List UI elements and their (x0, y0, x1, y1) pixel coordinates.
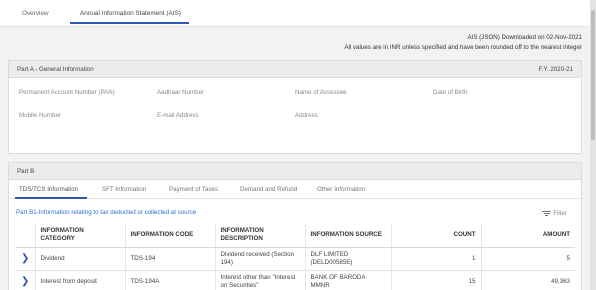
col-information-category[interactable]: INFORMATION CATEGORY (35, 223, 126, 248)
mobile-label: Mobile Number (19, 112, 61, 119)
cell-description: Dividend received (Section 194) (215, 247, 306, 271)
expand-column-header (16, 223, 36, 248)
ais-values-note: All values are in INR unless specified a… (344, 44, 582, 51)
cell-source: DLF LIMITED (DELD00585E) (305, 247, 392, 271)
col-information-code[interactable]: INFORMATION CODE (125, 223, 216, 248)
col-information-source[interactable]: INFORMATION SOURCE (305, 223, 392, 248)
page-scrollbar[interactable] (590, 0, 596, 290)
part-b-title: Part B (17, 168, 35, 175)
col-amount[interactable]: AMOUNT (481, 223, 575, 248)
part-b-subtabs: TDS/TCS Information SFT Information Paym… (9, 180, 581, 199)
part-a-header[interactable]: Part A - General Information F.Y. 2020-2… (9, 61, 581, 78)
cell-count: 15 (391, 270, 482, 290)
active-subtab-indicator (15, 197, 87, 199)
filter-button[interactable]: Filter (542, 210, 567, 217)
scrollbar-thumb[interactable] (591, 10, 595, 140)
cell-category: Dividend (35, 247, 126, 271)
dob-label: Date of Birth (433, 89, 468, 96)
subtab-demand-refund[interactable]: Demand and Refund (240, 180, 297, 199)
financial-year-label: F.Y. 2020-21 (538, 66, 573, 73)
cell-code: TDS-194 (125, 247, 216, 271)
assessee-name-label: Name of Assessee (295, 89, 347, 96)
col-count[interactable]: COUNT (391, 223, 482, 248)
cell-amount: 5 (481, 247, 575, 271)
aadhaar-label: Aadhaar Number (157, 89, 205, 96)
part-b-header[interactable]: Part B (9, 163, 581, 180)
expand-row-icon[interactable]: ❯ (16, 247, 36, 271)
cell-source: BANK OF BARODA MMNR (305, 270, 392, 290)
table-row[interactable]: ❯ Interest from deposit TDS-194A Interes… (16, 270, 575, 290)
ais-download-info: AIS (JSON) Downloaded on 02-Nov-2021 (467, 34, 582, 41)
filter-icon (542, 210, 552, 217)
cell-category: Interest from deposit (35, 270, 126, 290)
part-b-card: Part B TDS/TCS Information SFT Informati… (8, 162, 582, 290)
address-label: Address (295, 112, 318, 119)
filter-label: Filter (553, 210, 567, 218)
cell-description: Interest other than "Interest on Securit… (215, 270, 306, 290)
part-a-title: Part A - General Information (17, 66, 94, 73)
active-tab-indicator (70, 22, 189, 24)
cell-amount: 49,363 (481, 270, 575, 290)
tab-overview[interactable]: Overview (22, 0, 49, 27)
tds-tcs-table: INFORMATION CATEGORY INFORMATION CODE IN… (16, 223, 575, 290)
table-header-row: INFORMATION CATEGORY INFORMATION CODE IN… (16, 223, 575, 248)
expand-row-icon[interactable]: ❯ (16, 270, 36, 290)
part-b1-section-title: Part B1-Information relating to tax dedu… (16, 209, 197, 216)
subtab-sft[interactable]: SFT Information (102, 180, 146, 199)
cell-count: 1 (391, 247, 482, 271)
subtab-other-information[interactable]: Other Information (317, 180, 365, 199)
subtab-payment-of-taxes[interactable]: Payment of Taxes (169, 180, 218, 199)
col-information-description[interactable]: INFORMATION DESCRIPTION (215, 223, 306, 248)
top-tab-bar: Overview Annual Information Statement (A… (0, 0, 590, 27)
cell-code: TDS-194A (125, 270, 216, 290)
part-a-card: Part A - General Information F.Y. 2020-2… (8, 60, 582, 154)
table-row[interactable]: ❯ Dividend TDS-194 Dividend received (Se… (16, 247, 575, 271)
pan-label: Permanent Account Number (PAN) (19, 89, 115, 96)
email-label: E-mail Address (157, 112, 199, 119)
